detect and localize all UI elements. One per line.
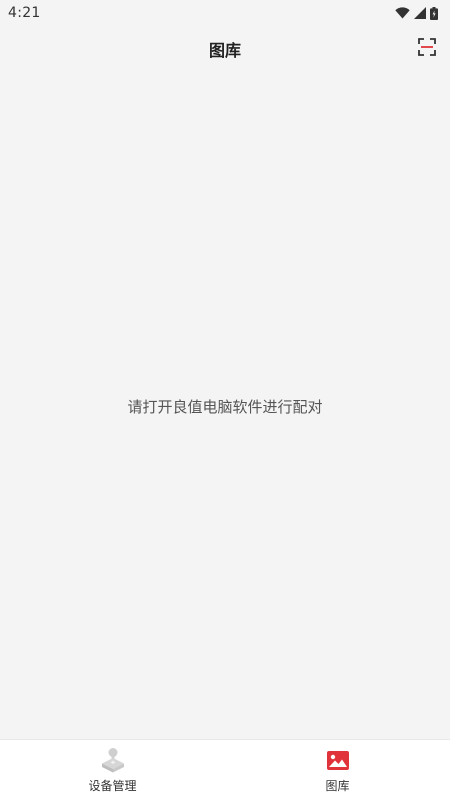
- wifi-icon: [395, 7, 410, 19]
- gallery-icon: [325, 747, 351, 773]
- scan-button[interactable]: [416, 38, 438, 60]
- page-title: 图库: [208, 41, 241, 60]
- screen: 4:21 图库 请打开良值电脑软件进行配对 设备管理 图库: [0, 0, 450, 800]
- cellular-signal-icon: [414, 7, 426, 19]
- gallery-content: 请打开良值电脑软件进行配对: [0, 72, 450, 739]
- empty-state-message: 请打开良值电脑软件进行配对: [127, 398, 323, 416]
- nav-label-device-management: 设备管理: [88, 779, 137, 793]
- bottom-nav: 设备管理 图库: [0, 739, 450, 800]
- nav-label-gallery: 图库: [325, 779, 350, 793]
- status-bar: 4:21: [0, 0, 450, 26]
- scan-icon: [418, 38, 436, 60]
- nav-item-gallery[interactable]: 图库: [225, 740, 450, 800]
- status-icons: [395, 6, 438, 20]
- nav-item-device-management[interactable]: 设备管理: [0, 740, 225, 800]
- status-time: 4:21: [8, 5, 41, 21]
- device-management-icon: [100, 747, 126, 773]
- battery-icon: [430, 6, 438, 20]
- app-header: 图库: [0, 26, 450, 72]
